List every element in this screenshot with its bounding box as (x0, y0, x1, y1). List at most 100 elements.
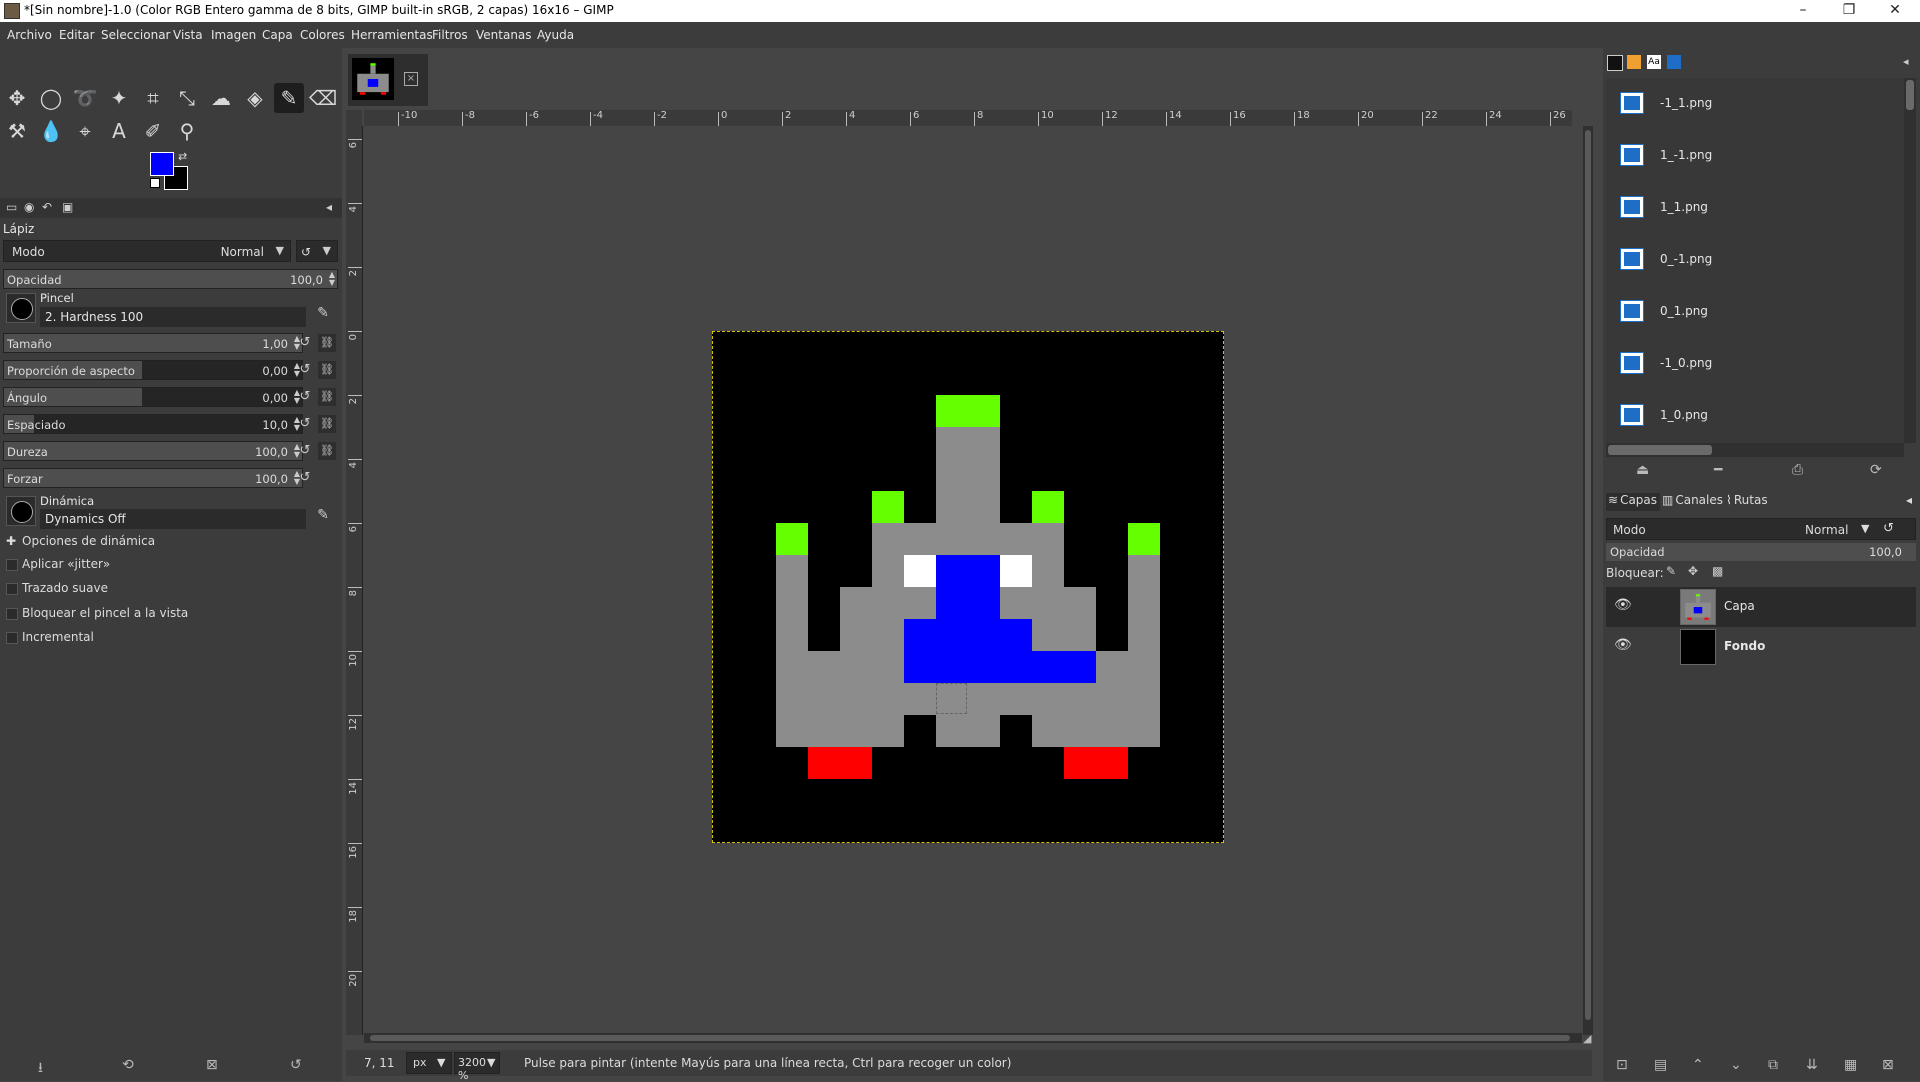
warp-icon[interactable]: ☁ (206, 83, 236, 113)
menu-archivo[interactable]: Archivo (7, 28, 52, 42)
canvas-vertical-scrollbar[interactable] (1583, 126, 1593, 1035)
zoom-select[interactable]: 3200 % ▼ (454, 1052, 500, 1082)
lower-layer-icon[interactable]: ⌄ (1730, 1057, 1742, 1073)
lock-position-icon[interactable]: ✥ (1688, 564, 1698, 578)
menu-capa[interactable]: Capa (262, 28, 293, 42)
fonts-tab-icon[interactable]: Aa (1647, 55, 1661, 69)
menu-colores[interactable]: Colores (300, 28, 345, 42)
navigate-icon[interactable]: ◢ (1583, 1033, 1595, 1045)
text-tool-icon[interactable]: A (104, 116, 134, 146)
patterns-tab-icon[interactable] (1627, 55, 1641, 69)
link-angle-icon[interactable]: ⛓ (318, 388, 336, 406)
open-image-icon[interactable]: ⏏ (1636, 462, 1649, 478)
reset-force-icon[interactable]: ↺ (296, 469, 314, 487)
image-tab-thumbnail[interactable] (352, 58, 394, 100)
vertical-ruler[interactable]: 6 4 2 0 2 4 6 8 10 12 14 16 18 20 (346, 126, 363, 1035)
layer-row[interactable]: 👁 Fondo (1606, 627, 1916, 667)
delete-layer-icon[interactable]: ⊠ (1882, 1057, 1894, 1073)
new-layer-icon[interactable]: ⊡ (1616, 1057, 1628, 1073)
size-slider[interactable]: Tamaño 1,00 ▲ ▼ (3, 333, 303, 353)
paths-icon[interactable]: ⌖ (70, 116, 100, 146)
dynamics-preview[interactable] (6, 496, 36, 526)
images-tab-icon[interactable] (1667, 55, 1681, 69)
reset-hardness-icon[interactable]: ↺ (296, 442, 314, 460)
lasso-icon[interactable]: ➰ (70, 83, 100, 113)
edit-dynamics-icon[interactable]: ✎ (313, 505, 333, 525)
raise-layer-icon[interactable]: ⌃ (1692, 1057, 1704, 1073)
crop-icon[interactable]: ⌗ (138, 83, 168, 113)
duplicate-layer-icon[interactable]: ⧉ (1768, 1057, 1778, 1073)
canvas-horizontal-scrollbar[interactable] (364, 1033, 1582, 1043)
scale-icon[interactable]: ⤡ (172, 83, 202, 113)
layer-opacity-slider[interactable]: Opacidad 100,0 (1606, 543, 1916, 561)
swap-colors-icon[interactable]: ⇄ (178, 150, 187, 163)
brush-preview[interactable] (6, 293, 36, 323)
dynamics-field[interactable]: Dynamics Off (40, 509, 306, 529)
opacity-slider[interactable]: Opacidad 100,0 ▲ ▼ (3, 269, 338, 289)
scrollbar-thumb[interactable] (1906, 80, 1914, 110)
reset-aspect-icon[interactable]: ↺ (296, 361, 314, 379)
scrollbar-thumb[interactable] (1608, 445, 1712, 455)
menu-ayuda[interactable]: Ayuda (537, 28, 574, 42)
eye-icon[interactable]: 👁 (1614, 637, 1632, 653)
tool-options-tab-icon[interactable]: ▭ (6, 200, 17, 214)
reset-size-icon[interactable]: ↺ (296, 334, 314, 352)
images-list-hscrollbar[interactable] (1606, 443, 1904, 457)
link-hardness-icon[interactable]: ⛓ (318, 442, 336, 460)
eye-icon[interactable]: 👁 (1614, 597, 1632, 613)
tab-rutas[interactable]: ⌇ Rutas (1726, 493, 1768, 511)
layer-mode-select[interactable]: Modo Normal ▼ ↺ (1606, 518, 1916, 540)
images-tab-icon[interactable]: ▣ (62, 200, 73, 214)
list-item[interactable]: 0_1.png (1606, 286, 1904, 336)
link-spacing-icon[interactable]: ⛓ (318, 415, 336, 433)
spin-arrows-icon[interactable]: ▲ ▼ (329, 271, 335, 287)
configure-tab-icon[interactable]: ◂ (1903, 55, 1917, 69)
tab-capas[interactable]: ≋ Capas (1606, 493, 1660, 511)
device-status-tab-icon[interactable]: ◉ (24, 200, 34, 214)
force-slider[interactable]: Forzar 100,0 ▲ ▼ (3, 468, 303, 488)
save-options-icon[interactable]: ⭳ (38, 1057, 43, 1081)
reset-angle-icon[interactable]: ↺ (296, 388, 314, 406)
list-item[interactable]: 0_-1.png (1606, 234, 1904, 284)
clone-icon[interactable]: ⚒ (2, 116, 32, 146)
ruler-corner[interactable] (346, 110, 362, 126)
smooth-stroke-checkbox[interactable] (6, 583, 18, 595)
images-list-scrollbar[interactable] (1904, 78, 1916, 443)
move-tool-icon[interactable]: ✥ (2, 83, 32, 113)
menu-filtros[interactable]: Filtros (432, 28, 468, 42)
hardness-slider[interactable]: Dureza 100,0 ▲ ▼ (3, 441, 303, 461)
list-item[interactable]: 1_-1.png (1606, 130, 1904, 180)
scrollbar-thumb[interactable] (1585, 130, 1591, 1020)
menu-editar[interactable]: Editar (59, 28, 95, 42)
layer-row[interactable]: 👁 Capa (1606, 587, 1916, 627)
close-image-tab-icon[interactable]: × (404, 72, 418, 86)
mode-select[interactable]: Modo Normal ▼ (3, 240, 291, 262)
maximize-button[interactable]: ❐ (1826, 0, 1872, 22)
list-item[interactable]: -1_0.png (1606, 338, 1904, 388)
lock-pixels-icon[interactable]: ✎ (1666, 564, 1676, 578)
menu-herramientas[interactable]: Herramientas (351, 28, 433, 42)
jitter-checkbox[interactable] (6, 559, 18, 571)
lock-brush-checkbox[interactable] (6, 608, 18, 620)
lock-alpha-icon[interactable]: ▩ (1712, 564, 1723, 578)
restore-options-icon[interactable]: ⟲ (122, 1057, 134, 1073)
fuzzy-select-icon[interactable]: ✦ (104, 83, 134, 113)
mode-reset-select[interactable]: ↺ ▼ (296, 240, 338, 262)
menu-vista[interactable]: Vista (173, 28, 203, 42)
list-item[interactable]: -1_1.png (1606, 78, 1904, 128)
refresh-icon[interactable]: ⟳ (1870, 462, 1882, 478)
link-aspect-icon[interactable]: ⛓ (318, 361, 336, 379)
duplicate-image-icon[interactable]: ⎙ (1792, 462, 1803, 478)
mask-icon[interactable]: ▦ (1844, 1057, 1857, 1073)
link-size-icon[interactable]: ⛓ (318, 334, 336, 352)
unit-select[interactable]: px ▼ (406, 1052, 452, 1074)
tab-canales[interactable]: ▥ Canales (1662, 493, 1723, 511)
color-picker-icon[interactable]: ✐ (138, 116, 168, 146)
minimize-button[interactable]: – (1780, 0, 1826, 22)
new-layer-group-icon[interactable]: ▤ (1654, 1057, 1667, 1073)
list-item[interactable]: 1_1.png (1606, 182, 1904, 232)
spacing-slider[interactable]: Espaciado 10,0 ▲ ▼ (3, 414, 303, 434)
merge-layer-icon[interactable]: ⇊ (1806, 1057, 1818, 1073)
reset-icon[interactable]: ↺ (1883, 521, 1894, 536)
configure-tab-icon[interactable]: ◂ (1906, 493, 1912, 511)
